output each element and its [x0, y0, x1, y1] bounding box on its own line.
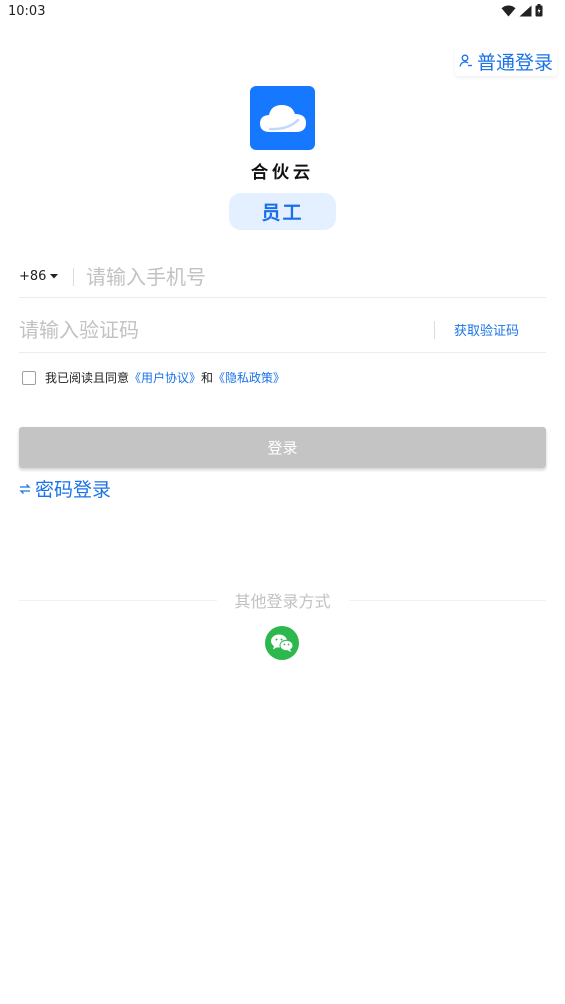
agreement-row: 我已阅读且同意 《用户协议》 和 《隐私政策》	[22, 369, 285, 386]
phone-input[interactable]	[86, 260, 546, 293]
get-code-button[interactable]: 获取验证码	[435, 320, 546, 339]
verification-code-input[interactable]	[19, 313, 434, 346]
code-row: 获取验证码	[19, 307, 546, 353]
privacy-policy-link[interactable]: 《隐私政策》	[213, 369, 285, 386]
country-code-value: +86	[19, 269, 47, 284]
password-login-label: 密码登录	[35, 479, 112, 501]
divider-line-left	[19, 599, 217, 601]
status-icons	[501, 4, 543, 17]
status-time: 10:03	[8, 4, 46, 19]
phone-divider	[73, 267, 74, 286]
user-icon	[459, 54, 472, 67]
login-button[interactable]: 登录	[19, 427, 546, 468]
wechat-icon	[271, 634, 294, 652]
country-code-selector[interactable]: +86	[19, 269, 73, 284]
divider-line-right	[348, 599, 547, 601]
swap-icon	[19, 483, 31, 494]
agreement-prefix: 我已阅读且同意	[45, 371, 130, 385]
user-agreement-link[interactable]: 《用户协议》	[129, 369, 201, 386]
normal-login-label: 普通登录	[476, 51, 553, 74]
agreement-connector: 和	[201, 371, 214, 385]
password-login-button[interactable]: 密码登录	[19, 475, 111, 502]
status-bar: 10:03	[0, 0, 565, 26]
signal-icon	[519, 5, 532, 16]
cloud-logo-icon	[259, 105, 306, 132]
wifi-icon	[501, 5, 516, 16]
normal-login-button[interactable]: 普通登录	[454, 46, 557, 76]
app-name: 合伙云	[251, 163, 314, 183]
agreement-checkbox[interactable]	[22, 370, 36, 385]
phone-row: +86	[19, 256, 546, 298]
other-login-divider: 其他登录方式	[19, 589, 547, 611]
other-login-label: 其他登录方式	[234, 592, 331, 611]
role-badge: 员工	[229, 193, 336, 230]
wechat-login-button[interactable]	[265, 626, 299, 660]
role-label: 员工	[261, 202, 304, 224]
app-logo	[250, 86, 315, 150]
caret-down-icon	[50, 274, 59, 279]
battery-icon	[535, 4, 543, 17]
